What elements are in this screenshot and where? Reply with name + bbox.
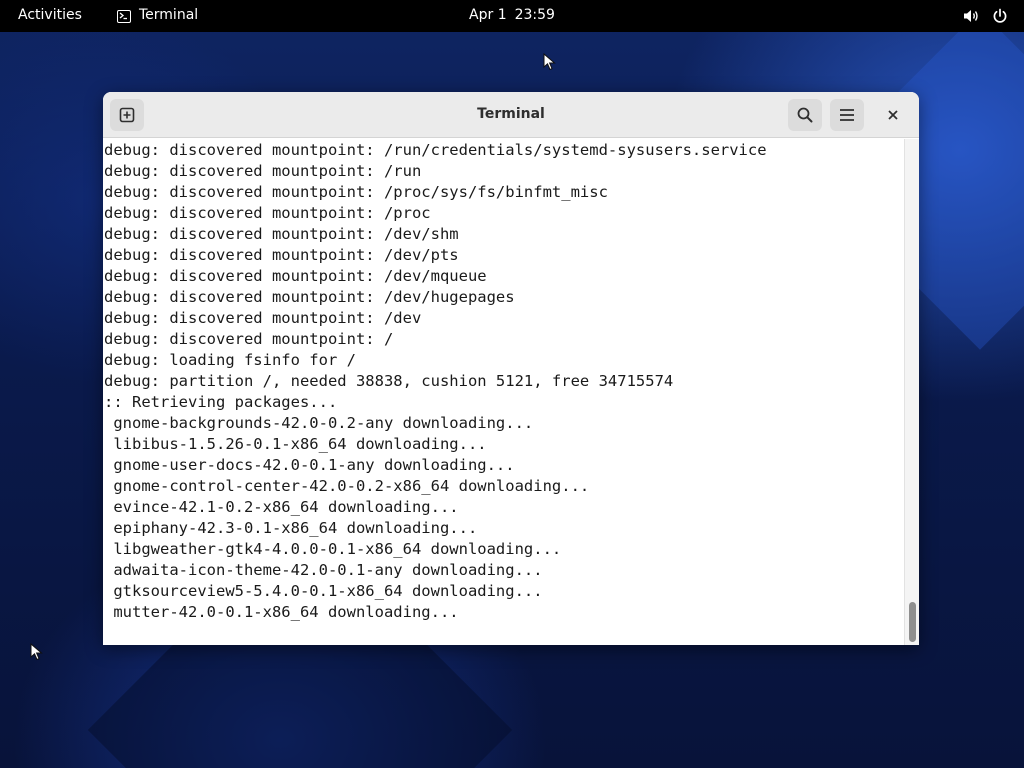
terminal-line: gnome-control-center-42.0-0.2-x86_64 dow…: [104, 477, 590, 495]
terminal-line: gtksourceview5-5.4.0-0.1-x86_64 download…: [104, 582, 543, 600]
mouse-pointer-icon: [30, 643, 43, 661]
terminal-line: libibus-1.5.26-0.1-x86_64 downloading...: [104, 435, 487, 453]
terminal-line: debug: partition /, needed 38838, cushio…: [104, 372, 674, 390]
terminal-line: debug: discovered mountpoint: /dev: [104, 309, 422, 327]
terminal-line: debug: discovered mountpoint: /dev/hugep…: [104, 288, 515, 306]
terminal-line: debug: discovered mountpoint: /proc: [104, 204, 431, 222]
terminal-lines: debug: discovered mountpoint: /run/crede…: [104, 140, 767, 623]
window-header-bar[interactable]: Terminal: [103, 92, 919, 138]
system-menu-button[interactable]: [963, 8, 1008, 24]
clock-button[interactable]: Apr 1 23:59: [0, 7, 1024, 23]
power-icon: [992, 8, 1008, 24]
terminal-line: :: Retrieving packages...: [104, 393, 338, 411]
clock-date: Apr 1: [469, 7, 507, 23]
search-icon: [797, 107, 813, 123]
terminal-line: gnome-backgrounds-42.0-0.2-any downloadi…: [104, 414, 534, 432]
terminal-scrollbar[interactable]: [904, 139, 919, 645]
terminal-line: mutter-42.0-0.1-x86_64 downloading...: [104, 603, 459, 621]
terminal-line: gnome-user-docs-42.0-0.1-any downloading…: [104, 456, 515, 474]
hamburger-menu-icon: [840, 109, 854, 121]
terminal-line: debug: loading fsinfo for /: [104, 351, 356, 369]
top-bar: Activities Terminal Apr 1 23:59: [0, 0, 1024, 32]
terminal-line: epiphany-42.3-0.1-x86_64 downloading...: [104, 519, 478, 537]
terminal-line: adwaita-icon-theme-42.0-0.1-any download…: [104, 561, 543, 579]
mouse-pointer-icon: [543, 53, 556, 71]
close-icon: [888, 110, 898, 120]
terminal-window: Terminal debug: discovered mountpoint: /…: [103, 92, 919, 645]
terminal-line: debug: discovered mountpoint: /dev/shm: [104, 225, 459, 243]
terminal-line: evince-42.1-0.2-x86_64 downloading...: [104, 498, 459, 516]
terminal-line: debug: discovered mountpoint: /dev/pts: [104, 246, 459, 264]
terminal-line: debug: discovered mountpoint: /run/crede…: [104, 141, 767, 159]
search-button[interactable]: [788, 99, 822, 131]
clock-time: 23:59: [514, 7, 555, 23]
terminal-line: debug: discovered mountpoint: /proc/sys/…: [104, 183, 608, 201]
close-button[interactable]: [881, 103, 905, 127]
terminal-line: libgweather-gtk4-4.0.0-0.1-x86_64 downlo…: [104, 540, 562, 558]
terminal-line: debug: discovered mountpoint: /run: [104, 162, 422, 180]
terminal-line: debug: discovered mountpoint: /dev/mqueu…: [104, 267, 487, 285]
main-menu-button[interactable]: [830, 99, 864, 131]
scrollbar-thumb[interactable]: [909, 602, 916, 642]
volume-icon: [963, 8, 980, 24]
terminal-line: debug: discovered mountpoint: /: [104, 330, 394, 348]
terminal-output-area[interactable]: debug: discovered mountpoint: /run/crede…: [103, 139, 919, 645]
